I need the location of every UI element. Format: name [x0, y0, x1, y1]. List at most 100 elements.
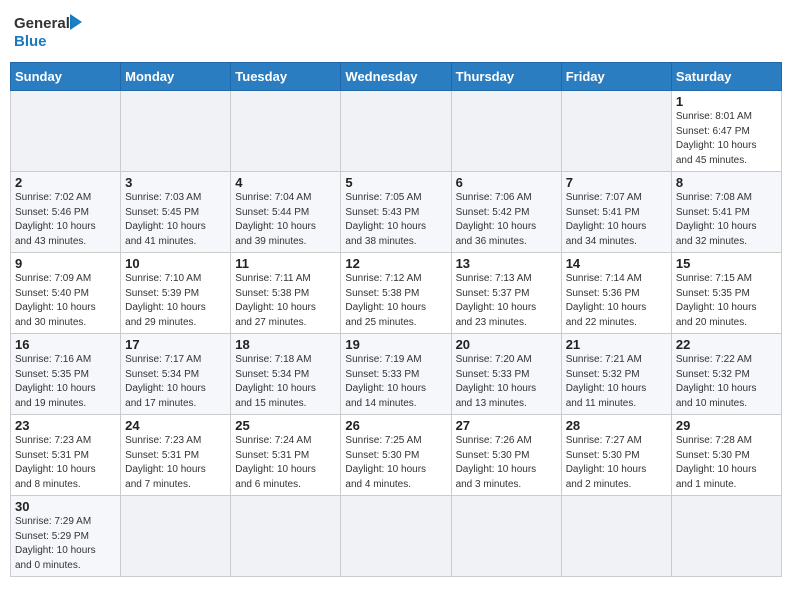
- day-info: Sunrise: 7:25 AM Sunset: 5:30 PM Dayligh…: [345, 434, 446, 492]
- calendar-day-cell: 7Sunrise: 7:07 AM Sunset: 5:41 PM Daylig…: [561, 172, 671, 253]
- day-number: 20: [456, 337, 557, 352]
- calendar-day-cell: 1Sunrise: 8:01 AM Sunset: 6:47 PM Daylig…: [671, 91, 781, 172]
- day-number: 12: [345, 256, 446, 271]
- logo-svg: General Blue: [14, 10, 84, 54]
- calendar-day-cell: 21Sunrise: 7:21 AM Sunset: 5:32 PM Dayli…: [561, 334, 671, 415]
- calendar-day-cell: 26Sunrise: 7:25 AM Sunset: 5:30 PM Dayli…: [341, 415, 451, 496]
- calendar-day-cell: [121, 496, 231, 577]
- calendar-day-cell: 9Sunrise: 7:09 AM Sunset: 5:40 PM Daylig…: [11, 253, 121, 334]
- calendar-day-cell: 5Sunrise: 7:05 AM Sunset: 5:43 PM Daylig…: [341, 172, 451, 253]
- calendar-day-cell: 16Sunrise: 7:16 AM Sunset: 5:35 PM Dayli…: [11, 334, 121, 415]
- calendar-day-cell: 24Sunrise: 7:23 AM Sunset: 5:31 PM Dayli…: [121, 415, 231, 496]
- calendar-day-cell: 13Sunrise: 7:13 AM Sunset: 5:37 PM Dayli…: [451, 253, 561, 334]
- calendar-week-row: 16Sunrise: 7:16 AM Sunset: 5:35 PM Dayli…: [11, 334, 782, 415]
- page-header: General Blue: [10, 10, 782, 54]
- day-info: Sunrise: 7:08 AM Sunset: 5:41 PM Dayligh…: [676, 191, 777, 249]
- calendar-day-cell: 17Sunrise: 7:17 AM Sunset: 5:34 PM Dayli…: [121, 334, 231, 415]
- calendar-day-cell: 4Sunrise: 7:04 AM Sunset: 5:44 PM Daylig…: [231, 172, 341, 253]
- day-number: 21: [566, 337, 667, 352]
- calendar-day-cell: 2Sunrise: 7:02 AM Sunset: 5:46 PM Daylig…: [11, 172, 121, 253]
- day-of-week-header: Tuesday: [231, 63, 341, 91]
- day-info: Sunrise: 7:05 AM Sunset: 5:43 PM Dayligh…: [345, 191, 446, 249]
- day-number: 28: [566, 418, 667, 433]
- calendar-header-row: SundayMondayTuesdayWednesdayThursdayFrid…: [11, 63, 782, 91]
- calendar-week-row: 23Sunrise: 7:23 AM Sunset: 5:31 PM Dayli…: [11, 415, 782, 496]
- calendar-day-cell: 11Sunrise: 7:11 AM Sunset: 5:38 PM Dayli…: [231, 253, 341, 334]
- calendar-day-cell: 18Sunrise: 7:18 AM Sunset: 5:34 PM Dayli…: [231, 334, 341, 415]
- calendar-day-cell: 23Sunrise: 7:23 AM Sunset: 5:31 PM Dayli…: [11, 415, 121, 496]
- day-info: Sunrise: 7:18 AM Sunset: 5:34 PM Dayligh…: [235, 353, 336, 411]
- calendar-day-cell: [451, 91, 561, 172]
- calendar-day-cell: [561, 91, 671, 172]
- calendar-day-cell: 30Sunrise: 7:29 AM Sunset: 5:29 PM Dayli…: [11, 496, 121, 577]
- day-info: Sunrise: 7:19 AM Sunset: 5:33 PM Dayligh…: [345, 353, 446, 411]
- day-of-week-header: Friday: [561, 63, 671, 91]
- day-of-week-header: Wednesday: [341, 63, 451, 91]
- day-of-week-header: Monday: [121, 63, 231, 91]
- calendar-day-cell: 3Sunrise: 7:03 AM Sunset: 5:45 PM Daylig…: [121, 172, 231, 253]
- calendar-day-cell: [231, 91, 341, 172]
- day-info: Sunrise: 7:20 AM Sunset: 5:33 PM Dayligh…: [456, 353, 557, 411]
- day-info: Sunrise: 7:02 AM Sunset: 5:46 PM Dayligh…: [15, 191, 116, 249]
- calendar-table: SundayMondayTuesdayWednesdayThursdayFrid…: [10, 62, 782, 577]
- day-number: 26: [345, 418, 446, 433]
- day-number: 18: [235, 337, 336, 352]
- calendar-day-cell: 14Sunrise: 7:14 AM Sunset: 5:36 PM Dayli…: [561, 253, 671, 334]
- day-number: 17: [125, 337, 226, 352]
- day-number: 25: [235, 418, 336, 433]
- day-number: 24: [125, 418, 226, 433]
- calendar-day-cell: 6Sunrise: 7:06 AM Sunset: 5:42 PM Daylig…: [451, 172, 561, 253]
- day-number: 6: [456, 175, 557, 190]
- calendar-day-cell: [231, 496, 341, 577]
- day-info: Sunrise: 7:07 AM Sunset: 5:41 PM Dayligh…: [566, 191, 667, 249]
- day-number: 7: [566, 175, 667, 190]
- day-number: 2: [15, 175, 116, 190]
- calendar-day-cell: [671, 496, 781, 577]
- calendar-week-row: 30Sunrise: 7:29 AM Sunset: 5:29 PM Dayli…: [11, 496, 782, 577]
- day-number: 1: [676, 94, 777, 109]
- day-info: Sunrise: 7:29 AM Sunset: 5:29 PM Dayligh…: [15, 515, 116, 573]
- calendar-day-cell: 22Sunrise: 7:22 AM Sunset: 5:32 PM Dayli…: [671, 334, 781, 415]
- calendar-day-cell: [121, 91, 231, 172]
- svg-text:Blue: Blue: [14, 33, 47, 50]
- day-number: 30: [15, 499, 116, 514]
- day-info: Sunrise: 7:04 AM Sunset: 5:44 PM Dayligh…: [235, 191, 336, 249]
- day-number: 9: [15, 256, 116, 271]
- calendar-day-cell: 20Sunrise: 7:20 AM Sunset: 5:33 PM Dayli…: [451, 334, 561, 415]
- calendar-day-cell: [341, 91, 451, 172]
- day-number: 19: [345, 337, 446, 352]
- day-of-week-header: Thursday: [451, 63, 561, 91]
- day-number: 29: [676, 418, 777, 433]
- day-info: Sunrise: 7:13 AM Sunset: 5:37 PM Dayligh…: [456, 272, 557, 330]
- day-of-week-header: Sunday: [11, 63, 121, 91]
- day-number: 8: [676, 175, 777, 190]
- day-info: Sunrise: 7:23 AM Sunset: 5:31 PM Dayligh…: [15, 434, 116, 492]
- day-info: Sunrise: 7:09 AM Sunset: 5:40 PM Dayligh…: [15, 272, 116, 330]
- day-info: Sunrise: 8:01 AM Sunset: 6:47 PM Dayligh…: [676, 110, 777, 168]
- day-info: Sunrise: 7:24 AM Sunset: 5:31 PM Dayligh…: [235, 434, 336, 492]
- day-info: Sunrise: 7:27 AM Sunset: 5:30 PM Dayligh…: [566, 434, 667, 492]
- calendar-week-row: 9Sunrise: 7:09 AM Sunset: 5:40 PM Daylig…: [11, 253, 782, 334]
- day-info: Sunrise: 7:06 AM Sunset: 5:42 PM Dayligh…: [456, 191, 557, 249]
- day-info: Sunrise: 7:23 AM Sunset: 5:31 PM Dayligh…: [125, 434, 226, 492]
- calendar-day-cell: [341, 496, 451, 577]
- day-info: Sunrise: 7:03 AM Sunset: 5:45 PM Dayligh…: [125, 191, 226, 249]
- day-number: 16: [15, 337, 116, 352]
- day-info: Sunrise: 7:22 AM Sunset: 5:32 PM Dayligh…: [676, 353, 777, 411]
- day-info: Sunrise: 7:28 AM Sunset: 5:30 PM Dayligh…: [676, 434, 777, 492]
- day-number: 4: [235, 175, 336, 190]
- day-info: Sunrise: 7:21 AM Sunset: 5:32 PM Dayligh…: [566, 353, 667, 411]
- day-info: Sunrise: 7:12 AM Sunset: 5:38 PM Dayligh…: [345, 272, 446, 330]
- day-number: 10: [125, 256, 226, 271]
- day-number: 15: [676, 256, 777, 271]
- calendar-day-cell: [561, 496, 671, 577]
- calendar-day-cell: 12Sunrise: 7:12 AM Sunset: 5:38 PM Dayli…: [341, 253, 451, 334]
- day-number: 22: [676, 337, 777, 352]
- day-info: Sunrise: 7:14 AM Sunset: 5:36 PM Dayligh…: [566, 272, 667, 330]
- calendar-day-cell: 19Sunrise: 7:19 AM Sunset: 5:33 PM Dayli…: [341, 334, 451, 415]
- day-number: 27: [456, 418, 557, 433]
- day-number: 3: [125, 175, 226, 190]
- calendar-day-cell: [11, 91, 121, 172]
- day-info: Sunrise: 7:16 AM Sunset: 5:35 PM Dayligh…: [15, 353, 116, 411]
- day-info: Sunrise: 7:11 AM Sunset: 5:38 PM Dayligh…: [235, 272, 336, 330]
